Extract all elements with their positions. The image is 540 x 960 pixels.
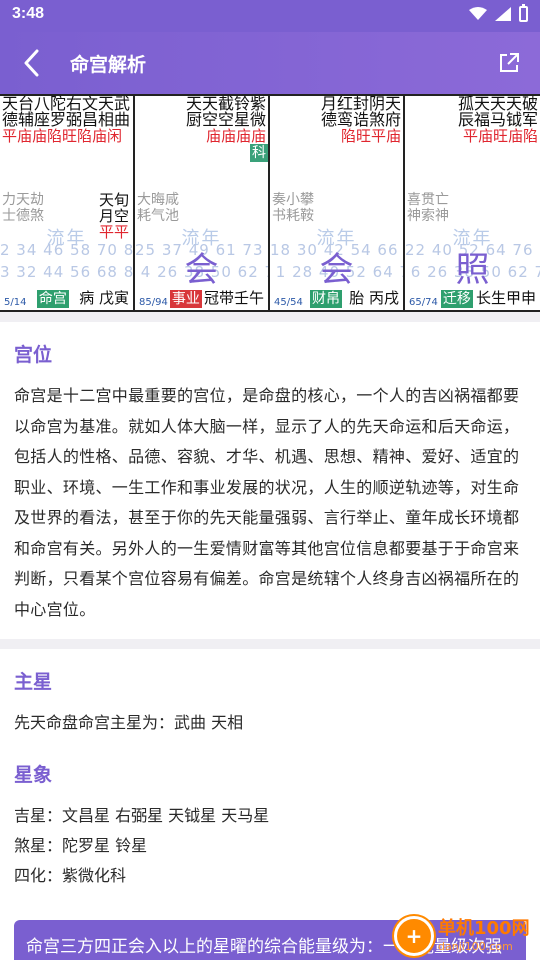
status-bar: 3:48: [0, 0, 540, 32]
palace-relation: 照: [455, 250, 490, 290]
four-transforms: 四化：紫微化科: [14, 866, 127, 885]
divider: [0, 639, 540, 649]
share-button[interactable]: [494, 48, 524, 78]
palace-tag: 财帛: [310, 290, 343, 308]
watermark-name: 单机100网: [438, 918, 530, 939]
palace-ratio: 65/74: [409, 297, 438, 308]
palace-ratio: 45/54: [274, 297, 303, 308]
palace-minor-gods: 喜贯亡 神索神: [407, 192, 449, 224]
palace-tag: 事业: [169, 290, 202, 308]
palace-ratio: 5/14: [4, 297, 27, 308]
palace-footer: 45/54 财帛 胎 丙戌: [274, 288, 399, 308]
destiny-chart: 天台八陀右文天武 德辅座罗弼昌相曲 平庙庙陷旺陷庙闲 力天劫 士德煞 天旬 月空 平平…: [0, 94, 540, 312]
palace-footer: 65/74 迁移 长生甲申: [409, 288, 536, 308]
palace-stars: 天台八陀右文天武 德辅座罗弼昌相曲: [2, 96, 131, 129]
wifi-icon: [469, 7, 487, 20]
watermark-logo-icon: +: [394, 916, 434, 956]
palace-brightness: 平庙旺庙陷: [462, 127, 538, 145]
section-title: 宫位: [14, 344, 53, 366]
share-icon: [500, 53, 519, 72]
palace-tag: 迁移: [440, 290, 473, 308]
section-star-signs: 星象 吉星：文昌星 右弼星 天钺星 天马星 煞星：陀罗星 铃星 四化：紫微化科: [0, 760, 540, 891]
palace-stem-branch: 冠带壬午: [203, 289, 264, 307]
divider: [0, 312, 540, 322]
palace-stem-branch: 病 戊寅: [79, 289, 129, 307]
battery-icon: [519, 4, 528, 22]
palace-minor-gods: 奏小攀 书耗鞍: [272, 192, 314, 224]
palace-stars: 月红封阴天 德鸾诰煞府: [320, 96, 401, 129]
section-position: 宫位 命宫是十二宫中最重要的宫位，是命盘的核心，一个人的吉凶祸福都要以命宫为基准…: [0, 340, 540, 625]
app-bar: 命宫解析: [0, 32, 540, 94]
palace-brightness: 陷旺平庙: [326, 127, 401, 145]
palace-relation: 会: [184, 250, 219, 290]
evil-stars: 煞星：陀罗星 铃星: [14, 836, 148, 855]
palace-ratio: 85/94: [139, 297, 168, 308]
watermark-text: 单机100网 danji100.com: [438, 918, 530, 954]
transform-badge: 科: [250, 144, 268, 162]
palace-stars: 孤天天天破 辰福马钺军: [457, 96, 538, 129]
palace-cell[interactable]: 天台八陀右文天武 德辅座罗弼昌相曲 平庙庙陷旺陷庙闲 力天劫 士德煞 天旬 月空 平平…: [0, 96, 135, 310]
page-title: 命宫解析: [70, 54, 147, 76]
palace-flow-year: 流年: [46, 228, 87, 249]
palace-brightness: 庙庙庙庙: [186, 127, 266, 145]
palace-cell[interactable]: 孤天天天破 辰福马钺军 平庙旺庙陷 喜贯亡 神索神 22 40 52 64 76 …: [405, 96, 540, 310]
watermark-url: danji100.com: [438, 940, 513, 953]
palace-footer: 5/14 命宫 病 戊寅: [4, 288, 129, 308]
palace-stem-branch: 长生甲申: [475, 289, 536, 307]
palace-cell[interactable]: 天天截铃紫 厨空空星微 庙庙庙庙 科 大晦咸 耗气池 25 37 49 61 73…: [135, 96, 270, 310]
section-body: 命宫是十二宫中最重要的宫位，是命盘的核心，一个人的吉凶祸福都要以命宫为基准。就如…: [14, 386, 520, 619]
palace-footer: 85/94 事业 冠带壬午: [139, 288, 264, 308]
status-time: 3:48: [12, 5, 45, 22]
analysis-content: 宫位 命宫是十二宫中最重要的宫位，是命盘的核心，一个人的吉凶祸福都要以命宫为基准…: [0, 312, 540, 960]
lucky-stars: 吉星：文昌星 右弼星 天钺星 天马星: [14, 806, 270, 825]
palace-cell[interactable]: 月红封阴天德鸾诰煞府 陷旺平庙 奏小攀 书耗鞍 18 30 42 54 66 7…: [270, 96, 405, 310]
chevron-left-icon: [24, 49, 39, 77]
palace-minor-gods: 大晦咸 耗气池: [137, 192, 179, 224]
palace-relation: 会: [319, 250, 354, 290]
back-button[interactable]: [14, 46, 48, 80]
section-body: 先天命盘命宫主星为：武曲 天相: [14, 713, 244, 732]
status-icons: [469, 4, 528, 22]
palace-stars: 天天截铃紫 厨空空星微: [185, 96, 266, 129]
signal-icon: [495, 7, 511, 21]
section-title: 主星: [14, 671, 53, 693]
palace-minor-gods: 力天劫 士德煞: [2, 192, 44, 224]
palace-stem-branch: 胎 丙戌: [349, 289, 399, 307]
section-main-star: 主星 先天命盘命宫主星为：武曲 天相: [0, 667, 540, 738]
watermark: + 单机100网 danji100.com: [394, 912, 534, 960]
palace-tag: 命宫: [36, 290, 69, 308]
section-title: 星象: [14, 764, 53, 786]
palace-brightness: 平庙庙陷旺陷庙闲: [2, 127, 123, 145]
